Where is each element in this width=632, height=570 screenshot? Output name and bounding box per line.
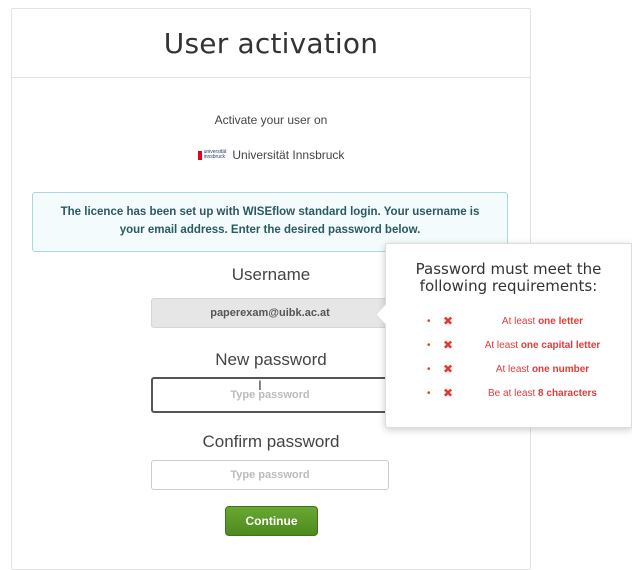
error-x-icon: ✖	[443, 386, 454, 400]
requirement-item: • ✖ Be at least 8 characters	[427, 386, 597, 400]
activate-text: Activate your user on	[214, 113, 328, 127]
error-x-icon: ✖	[443, 314, 454, 328]
organization: universität innsbruck Universität Innsbr…	[12, 148, 530, 162]
error-x-icon: ✖	[443, 362, 454, 376]
requirements-list: • ✖ At least one letter • ✖ At least one c…	[386, 309, 631, 405]
username-field[interactable]	[151, 298, 389, 328]
organization-name: Universität Innsbruck	[232, 148, 345, 162]
new-password-field[interactable]	[151, 377, 389, 413]
continue-button[interactable]: Continue	[225, 506, 318, 536]
requirement-item: • ✖ At least one capital letter	[427, 338, 601, 352]
requirement-item: • ✖ At least one letter	[427, 314, 584, 328]
requirement-item: • ✖ At least one number	[427, 362, 590, 376]
card-header: User activation	[12, 9, 530, 78]
password-requirements-popover: Password must meet the following require…	[374, 243, 632, 428]
error-x-icon: ✖	[443, 338, 454, 352]
confirm-password-label: Confirm password	[202, 432, 340, 451]
confirm-password-field[interactable]	[151, 460, 389, 490]
page-title: User activation	[163, 26, 379, 60]
requirements-title: Password must meet the following require…	[415, 260, 602, 295]
university-logo: universität innsbruck	[197, 150, 226, 160]
